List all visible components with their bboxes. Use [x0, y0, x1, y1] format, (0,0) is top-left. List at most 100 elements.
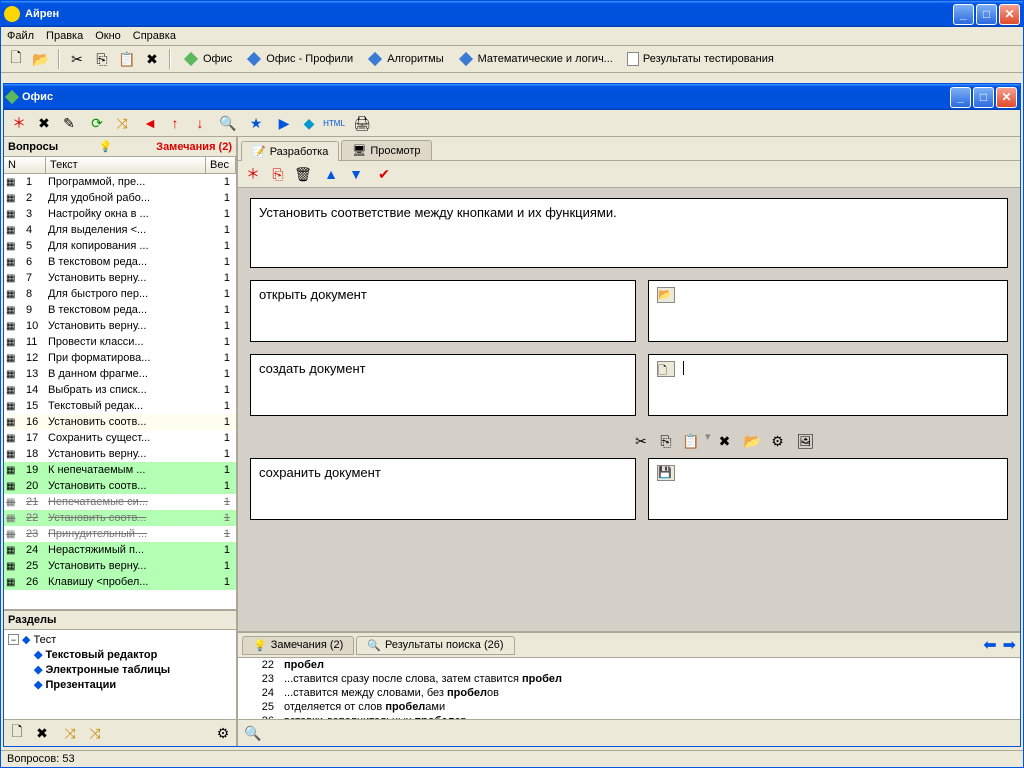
question-row[interactable]: ▦6В текстовом реда...1 — [4, 254, 236, 270]
refresh-icon[interactable]: ⟳ — [86, 112, 108, 134]
question-row[interactable]: ▦26Клавишу <пробел...1 — [4, 574, 236, 590]
wizard-icon[interactable]: ⤨ — [59, 722, 81, 744]
add-icon[interactable]: ＊ — [8, 112, 30, 134]
inner-titlebar[interactable]: Офис _ □ ✕ — [4, 84, 1020, 110]
question-row[interactable]: ▦21Непечатаемые си...1 — [4, 494, 236, 510]
mini-props-icon[interactable]: ⚙ — [767, 430, 789, 452]
copy-icon[interactable]: ⎘ — [91, 48, 113, 70]
down-icon[interactable]: ↓ — [189, 112, 211, 134]
open-icon[interactable]: 📂 — [30, 48, 52, 70]
mini-open-icon[interactable]: 📂 — [742, 430, 764, 452]
doc-button[interactable]: Офис - Профили — [240, 49, 359, 69]
cut-icon[interactable]: ✂ — [66, 48, 88, 70]
up2-icon[interactable]: ▲ — [320, 163, 342, 185]
btab-results[interactable]: 🔍Результаты поиска (26) — [356, 636, 514, 655]
question-row[interactable]: ▦5Для копирования ...1 — [4, 238, 236, 254]
minimize-button[interactable]: _ — [953, 4, 974, 25]
del-icon[interactable]: ✖ — [31, 722, 53, 744]
settings-icon[interactable]: ⚙ — [212, 722, 234, 744]
mini-img-icon[interactable]: 🖼 — [795, 430, 817, 452]
main-titlebar[interactable]: Айрен _ □ ✕ — [1, 1, 1023, 27]
question-row[interactable]: ▦16Установить соотв...1 — [4, 414, 236, 430]
dup-answer-icon[interactable]: ⎘ — [267, 163, 289, 185]
menu-help[interactable]: Справка — [133, 30, 176, 42]
close-button[interactable]: ✕ — [999, 4, 1020, 25]
publish-icon[interactable]: ◆ — [298, 112, 320, 134]
search-icon[interactable]: 🔍 — [217, 112, 239, 134]
question-row[interactable]: ▦13В данном фрагме...1 — [4, 366, 236, 382]
sections-tree[interactable]: −◆Тест ◆Текстовый редактор ◆Электронные … — [4, 630, 236, 719]
new-icon[interactable]: 🗋 — [5, 48, 27, 70]
shuffle-icon[interactable]: ⤨ — [111, 112, 133, 134]
inner-close-button[interactable]: ✕ — [996, 87, 1017, 108]
question-row[interactable]: ▦20Установить соотв...1 — [4, 478, 236, 494]
pair-left[interactable]: открыть документ — [250, 280, 636, 342]
add-answer-icon[interactable]: ＊ — [242, 163, 264, 185]
pair-left[interactable]: сохранить документ — [250, 458, 636, 520]
menu-file[interactable]: Файл — [7, 30, 34, 42]
btab-notes[interactable]: 💡Замечания (2) — [242, 636, 354, 655]
question-row[interactable]: ▦17Сохранить сущест...1 — [4, 430, 236, 446]
question-row[interactable]: ▦18Установить верну...1 — [4, 446, 236, 462]
question-row[interactable]: ▦2Для удобной рабо...1 — [4, 190, 236, 206]
result-row[interactable]: 22пробел — [238, 658, 1020, 672]
inner-maximize-button[interactable]: □ — [973, 87, 994, 108]
question-row[interactable]: ▦10Установить верну...1 — [4, 318, 236, 334]
doc-button[interactable]: Офис — [177, 49, 238, 69]
wizard2-icon[interactable]: ⤨ — [84, 722, 106, 744]
question-list[interactable]: ▦1Программой, пре...1▦2Для удобной рабо.… — [4, 174, 236, 609]
print-icon[interactable]: 🖨 — [351, 112, 373, 134]
question-row[interactable]: ▦4Для выделения <...1 — [4, 222, 236, 238]
check-icon[interactable]: ✔ — [373, 163, 395, 185]
doc-button[interactable]: Математические и логич... — [452, 49, 619, 69]
tree-root[interactable]: −◆Тест — [6, 632, 234, 647]
tree-item[interactable]: ◆Презентации — [6, 677, 234, 692]
paste-icon[interactable]: 📋 — [116, 48, 138, 70]
doc-button[interactable]: Результаты тестирования — [621, 49, 780, 69]
question-row[interactable]: ▦8Для быстрого пер...1 — [4, 286, 236, 302]
nav-prev-icon[interactable]: ⬅ — [983, 635, 996, 655]
results-list[interactable]: 22пробел23...ставится сразу после слова,… — [238, 658, 1020, 719]
question-row[interactable]: ▦15Текстовый редак...1 — [4, 398, 236, 414]
pair-left[interactable]: создать документ — [250, 354, 636, 416]
tree-item[interactable]: ◆Текстовый редактор — [6, 647, 234, 662]
mini-paste-icon[interactable]: 📋 — [680, 430, 702, 452]
bsearch-icon[interactable]: 🔍 — [242, 722, 264, 744]
question-row[interactable]: ▦1Программой, пре...1 — [4, 174, 236, 190]
prev-icon[interactable]: ◄ — [139, 112, 161, 134]
edit-icon[interactable]: ✎ — [58, 112, 80, 134]
down2-icon[interactable]: ▼ — [345, 163, 367, 185]
question-row[interactable]: ▦11Провести класси...1 — [4, 334, 236, 350]
menu-window[interactable]: Окно — [95, 30, 121, 42]
question-row[interactable]: ▦22Установить соотв...1 — [4, 510, 236, 526]
pair-right[interactable]: 📂 — [648, 280, 1008, 342]
play-icon[interactable]: ▶ — [273, 112, 295, 134]
mini-copy-icon[interactable]: ⎘ — [655, 430, 677, 452]
question-row[interactable]: ▦7Установить верну...1 — [4, 270, 236, 286]
tab-preview[interactable]: 🖥Просмотр — [341, 140, 431, 160]
question-row[interactable]: ▦24Нерастяжимый п...1 — [4, 542, 236, 558]
question-row[interactable]: ▦25Установить верну...1 — [4, 558, 236, 574]
maximize-button[interactable]: □ — [976, 4, 997, 25]
nav-next-icon[interactable]: ➡ — [1003, 635, 1016, 655]
trash-icon[interactable]: 🗑 — [292, 163, 314, 185]
mini-cut-icon[interactable]: ✂ — [630, 430, 652, 452]
tab-develop[interactable]: 📝Разработка — [241, 141, 339, 161]
question-text[interactable]: Установить соответствие между кнопками и… — [250, 198, 1008, 268]
question-row[interactable]: ▦3Настройку окна в ...1 — [4, 206, 236, 222]
notes-count[interactable]: Замечания (2) — [156, 141, 232, 153]
pair-right[interactable]: 💾 — [648, 458, 1008, 520]
star-icon[interactable]: ★ — [245, 112, 267, 134]
html-icon[interactable]: HTML — [323, 112, 345, 134]
doc-button[interactable]: Алгоритмы — [361, 49, 449, 69]
pair-right[interactable]: 🗋 — [648, 354, 1008, 416]
remove-icon[interactable]: ✖ — [33, 112, 55, 134]
menu-edit[interactable]: Правка — [46, 30, 83, 42]
question-row[interactable]: ▦23Принудительный ...1 — [4, 526, 236, 542]
question-row[interactable]: ▦19К непечатаемым ...1 — [4, 462, 236, 478]
mini-del-icon[interactable]: ✖ — [714, 430, 736, 452]
question-row[interactable]: ▦14Выбрать из списк...1 — [4, 382, 236, 398]
result-row[interactable]: 24...ставится между словами, без пробело… — [238, 686, 1020, 700]
result-row[interactable]: 25отделяется от слов пробелами — [238, 700, 1020, 714]
tree-item[interactable]: ◆Электронные таблицы — [6, 662, 234, 677]
